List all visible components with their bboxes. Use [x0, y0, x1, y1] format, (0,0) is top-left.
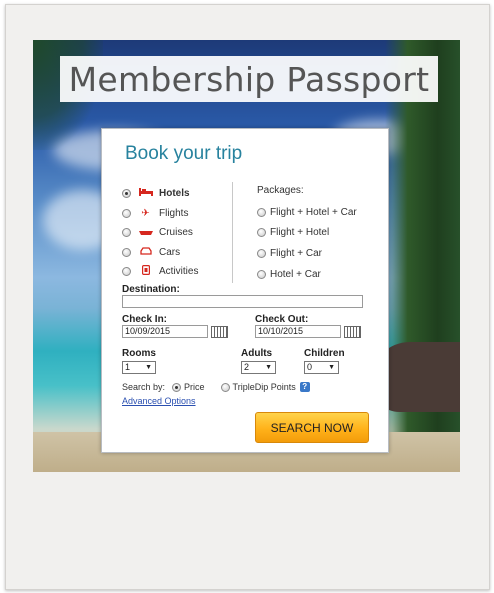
label-activities: Activities [159, 266, 199, 278]
booking-widget: Book your trip Hotels ✈ Flights Cruises [101, 128, 389, 453]
package-label: Flight + Hotel [270, 227, 330, 239]
package-options: Packages: Flight + Hotel + Car Flight + … [257, 185, 357, 284]
children-value: 0 [307, 362, 313, 372]
trip-type-cruises[interactable]: Cruises [122, 223, 198, 243]
radio-flight-car[interactable] [257, 248, 266, 258]
radio-flights[interactable] [122, 208, 131, 218]
car-icon [137, 247, 154, 258]
chevron-down-icon: ▼ [145, 364, 152, 371]
rooms-select[interactable]: 1 ▼ [122, 361, 156, 374]
children-select[interactable]: 0 ▼ [304, 361, 339, 374]
label-cars: Cars [159, 246, 181, 258]
radio-flight-hotel-car[interactable] [257, 207, 266, 217]
chevron-down-icon: ▼ [265, 364, 272, 371]
help-icon[interactable]: ? [299, 382, 310, 392]
rooms-label: Rooms [122, 348, 156, 359]
ticket-icon [137, 265, 154, 278]
rooms-value: 1 [125, 362, 131, 372]
trip-type-flights[interactable]: ✈ Flights [122, 204, 198, 224]
radio-cruises[interactable] [122, 228, 131, 238]
package-label: Hotel + Car [270, 268, 321, 280]
title-banner: Membership Passport [60, 56, 438, 102]
chevron-down-icon: ▼ [328, 364, 335, 371]
check-in-input[interactable]: 10/09/2015 [122, 325, 208, 338]
radio-cars[interactable] [122, 247, 131, 257]
trip-type-activities[interactable]: Activities [122, 262, 198, 282]
label-cruises: Cruises [159, 227, 193, 239]
points-label: TripleDip Points [232, 382, 296, 392]
search-by-label: Search by: [122, 382, 166, 392]
column-divider [232, 182, 233, 283]
check-in-label: Check In: [122, 314, 168, 325]
ship-icon [137, 227, 154, 238]
check-out-label: Check Out: [255, 314, 309, 325]
adults-label: Adults [241, 348, 273, 359]
package-flight-hotel-car[interactable]: Flight + Hotel + Car [257, 202, 357, 223]
price-label: Price [184, 382, 205, 392]
package-flight-car[interactable]: Flight + Car [257, 243, 357, 264]
trip-type-hotels[interactable]: Hotels [122, 184, 198, 204]
search-now-button[interactable]: SEARCH NOW [255, 412, 369, 443]
radio-points[interactable] [220, 382, 230, 392]
trip-type-options: Hotels ✈ Flights Cruises Cars Activities [122, 184, 198, 282]
destination-label: Destination: [122, 284, 180, 295]
radio-hotels[interactable] [122, 189, 131, 199]
trip-type-cars[interactable]: Cars [122, 243, 198, 263]
children-label: Children [304, 348, 345, 359]
package-label: Flight + Hotel + Car [270, 206, 357, 218]
calendar-icon[interactable] [211, 326, 228, 338]
adults-value: 2 [244, 362, 250, 372]
plane-icon: ✈ [141, 207, 150, 219]
banner-title: Membership Passport [68, 59, 430, 99]
adults-select[interactable]: 2 ▼ [241, 361, 276, 374]
label-flights: Flights [159, 207, 189, 219]
radio-activities[interactable] [122, 267, 131, 277]
advanced-options-link[interactable]: Advanced Options [122, 396, 196, 406]
bed-icon [137, 188, 154, 199]
search-by-row: Search by: Price TripleDip Points ? [122, 382, 310, 392]
packages-title: Packages: [257, 185, 304, 196]
check-out-input[interactable]: 10/10/2015 [255, 325, 341, 338]
radio-flight-hotel[interactable] [257, 228, 266, 238]
radio-price[interactable] [172, 382, 182, 392]
calendar-icon[interactable] [344, 326, 361, 338]
package-hotel-car[interactable]: Hotel + Car [257, 264, 357, 285]
package-label: Flight + Car [270, 247, 322, 259]
package-flight-hotel[interactable]: Flight + Hotel [257, 223, 357, 244]
radio-hotel-car[interactable] [257, 269, 266, 279]
label-hotels: Hotels [159, 188, 190, 200]
destination-input[interactable] [122, 295, 363, 308]
widget-title: Book your trip [125, 143, 243, 164]
